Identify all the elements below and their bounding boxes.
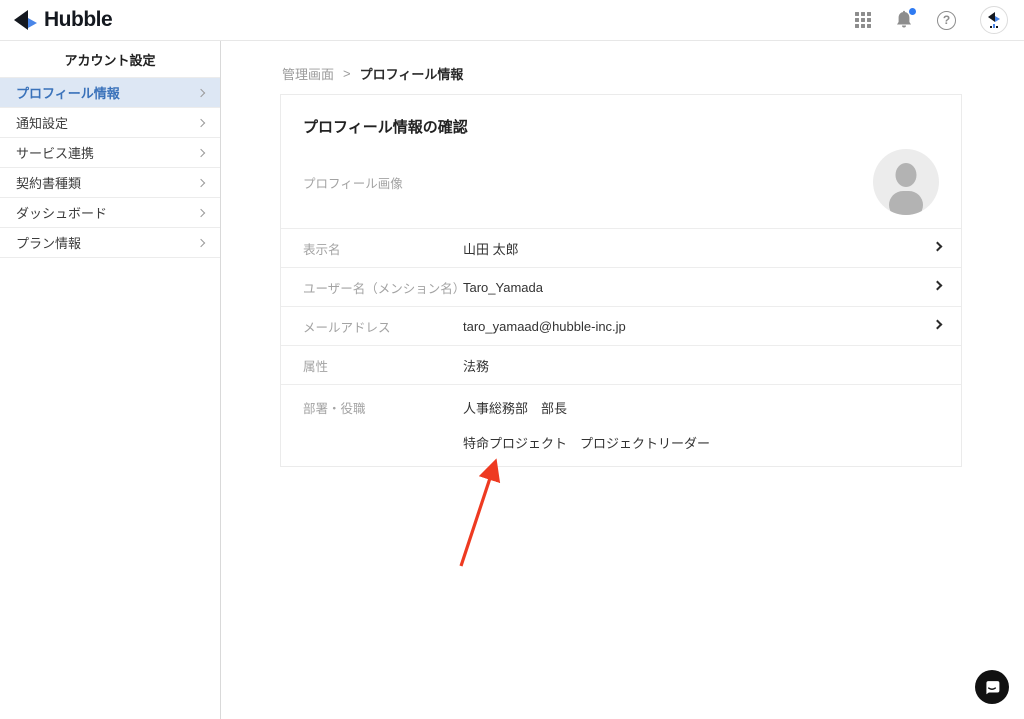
notification-bell-icon[interactable] (895, 10, 913, 30)
apps-grid-icon[interactable] (855, 12, 871, 28)
logo-triangle-blue (28, 18, 37, 28)
main-content: 管理画面 > プロフィール情報 プロフィール情報の確認 プロフィール画像 表示名… (221, 41, 1024, 719)
breadcrumb-current: プロフィール情報 (360, 64, 464, 83)
logo-text: Hubble (44, 8, 112, 32)
logo-triangle-black (14, 10, 28, 30)
chat-bubble-icon (983, 678, 1001, 696)
profile-card: プロフィール情報の確認 プロフィール画像 表示名 山田 太郎 ユーザー名（メンシ… (280, 94, 962, 467)
chevron-right-icon (933, 320, 943, 330)
breadcrumb-separator: > (343, 66, 351, 81)
breadcrumb: 管理画面 > プロフィール情報 (282, 64, 1024, 83)
sidebar-item-label: プロフィール情報 (16, 83, 120, 102)
hubble-logo[interactable]: Hubble (14, 8, 112, 32)
row-value: 山田 太郎 (463, 239, 519, 258)
chevron-right-icon (933, 281, 943, 291)
department-line-1: 人事総務部 部長 (463, 398, 710, 417)
user-avatar[interactable] (980, 6, 1008, 34)
profile-image-placeholder-icon (873, 149, 939, 215)
chevron-right-icon (197, 148, 205, 156)
row-department-position: 部署・役職 人事総務部 部長 特命プロジェクト プロジェクトリーダー (281, 384, 961, 466)
sidebar-item-label: ダッシュボード (16, 203, 107, 222)
avatar-hubble-mark-icon (988, 12, 1000, 23)
chevron-right-icon (933, 242, 943, 252)
row-value: Taro_Yamada (463, 280, 543, 295)
page: Hubble ? (0, 0, 1024, 719)
sidebar-item-plan[interactable]: プラン情報 (0, 228, 220, 258)
row-values: 人事総務部 部長 特命プロジェクト プロジェクトリーダー (463, 398, 710, 452)
sidebar-item-notifications[interactable]: 通知設定 (0, 108, 220, 138)
chevron-right-icon (197, 88, 205, 96)
chevron-right-icon (197, 118, 205, 126)
sidebar-title: アカウント設定 (0, 41, 220, 78)
department-line-2: 特命プロジェクト プロジェクトリーダー (463, 433, 710, 452)
breadcrumb-admin-link[interactable]: 管理画面 (282, 64, 334, 83)
sidebar-item-integrations[interactable]: サービス連携 (0, 138, 220, 168)
header-actions: ? (855, 6, 1010, 34)
sidebar-item-profile[interactable]: プロフィール情報 (0, 78, 220, 108)
row-label: ユーザー名（メンション名） (303, 278, 463, 297)
row-label: プロフィール画像 (303, 173, 463, 192)
row-label: 表示名 (303, 239, 463, 258)
chevron-right-icon (197, 208, 205, 216)
profile-image-row: プロフィール画像 (281, 143, 961, 228)
avatar-hubble-text-marks (990, 24, 998, 28)
row-username[interactable]: ユーザー名（メンション名） Taro_Yamada (281, 267, 961, 306)
row-label: メールアドレス (303, 317, 463, 336)
sidebar-item-label: 契約書種類 (16, 173, 81, 192)
sidebar-item-dashboard[interactable]: ダッシュボード (0, 198, 220, 228)
row-label: 属性 (303, 356, 463, 375)
row-display-name[interactable]: 表示名 山田 太郎 (281, 228, 961, 267)
hubble-logo-icon (14, 9, 38, 31)
sidebar-item-label: サービス連携 (16, 143, 94, 162)
card-title: プロフィール情報の確認 (281, 95, 961, 143)
app-header: Hubble ? (0, 0, 1024, 41)
chevron-right-icon (197, 178, 205, 186)
sidebar: アカウント設定 プロフィール情報 通知設定 サービス連携 契約書種類 ダッシュボ… (0, 41, 221, 719)
sidebar-item-label: 通知設定 (16, 113, 68, 132)
layout: アカウント設定 プロフィール情報 通知設定 サービス連携 契約書種類 ダッシュボ… (0, 41, 1024, 719)
row-value: 法務 (463, 356, 489, 375)
help-icon[interactable]: ? (937, 11, 956, 30)
chevron-right-icon (197, 238, 205, 246)
chat-launcher-button[interactable] (975, 670, 1009, 704)
row-value: taro_yamaad@hubble-inc.jp (463, 319, 626, 334)
row-email[interactable]: メールアドレス taro_yamaad@hubble-inc.jp (281, 306, 961, 345)
sidebar-item-contract-types[interactable]: 契約書種類 (0, 168, 220, 198)
notification-dot (909, 8, 916, 15)
sidebar-item-label: プラン情報 (16, 233, 81, 252)
row-label: 部署・役職 (303, 398, 463, 417)
row-attribute: 属性 法務 (281, 345, 961, 384)
